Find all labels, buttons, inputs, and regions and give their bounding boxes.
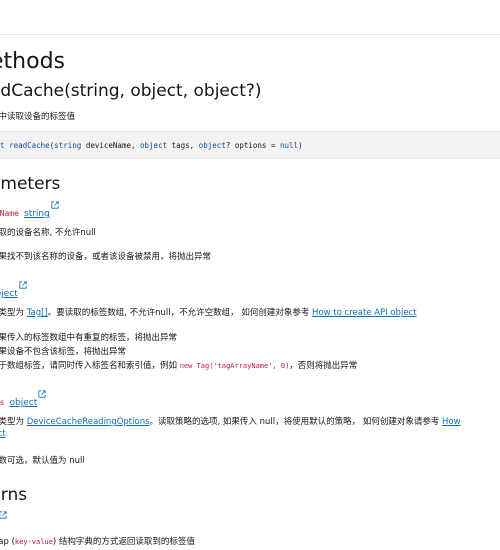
param-name: ons bbox=[0, 398, 5, 407]
param-options-row: ons object bbox=[0, 390, 46, 409]
code-token: ? options = bbox=[225, 141, 280, 150]
text-span: 。读取策略的选项, 如果传入 null，将使用默认的策略， 如何创建对象请参考 bbox=[149, 417, 443, 427]
text-span: map ( bbox=[0, 537, 15, 547]
parameters-heading: ameters bbox=[0, 174, 61, 194]
how-to-create-link[interactable]: How to create API object bbox=[312, 308, 417, 318]
methods-heading: ethods bbox=[0, 49, 65, 74]
code-token: readCache bbox=[9, 141, 50, 150]
returns-type-row: ct bbox=[0, 511, 8, 530]
code-token: ect bbox=[0, 141, 5, 150]
param-devicename-note: 如果找不到该名称的设备，或者该设备被禁用，将抛出异常 bbox=[0, 252, 212, 262]
param-options-desc: 据类型为 DeviceCacheReadingOptions。读取策略的选项, … bbox=[0, 415, 461, 427]
param-devicename-row: ceName string bbox=[0, 201, 59, 220]
code-token: object bbox=[198, 141, 226, 150]
text-span: 。要读取的标签数组, 不允许null，不允许空数组， 如何创建对象参考 bbox=[47, 308, 313, 318]
how-to-link[interactable]: How bbox=[442, 417, 461, 427]
code-token: string bbox=[54, 141, 82, 150]
returns-desc: map (key-value) 结构字典的方式返回读取到的标签值 bbox=[0, 535, 195, 547]
param-tags-note-1: 如果传入的标签数组中有重复的标签，将抛出异常 bbox=[0, 333, 178, 343]
code-token: object bbox=[140, 141, 168, 150]
how-to-link-cont[interactable]: ject bbox=[0, 429, 6, 439]
options-type-link[interactable]: DeviceCacheReadingOptions bbox=[27, 417, 150, 427]
type-link-string[interactable]: string bbox=[24, 209, 50, 219]
code-token: tags, bbox=[167, 141, 199, 150]
param-devicename-desc: 读取的设备名称, 不允许null bbox=[0, 228, 96, 238]
type-link-object[interactable]: object bbox=[10, 398, 38, 408]
param-name: ceName bbox=[0, 209, 19, 218]
param-tags-note-2: 如果设备不包含该标签，将抛出异常 bbox=[0, 347, 127, 357]
type-link-object[interactable]: object bbox=[0, 289, 18, 299]
param-options-note: 参数可选，默认值为 null bbox=[0, 456, 85, 466]
inline-code: new Tag('tagArrayName', 0) bbox=[179, 362, 290, 370]
tag-type-link[interactable]: Tag[] bbox=[27, 308, 48, 318]
method-description: 存中读取设备的标签值 bbox=[0, 112, 76, 122]
param-tags-note-3: 对于数组标签，请同时传入标签名和索引值，例如 new Tag('tagArray… bbox=[0, 359, 357, 371]
param-tags-desc: 据类型为 Tag[]。要读取的标签数组, 不允许null，不允许空数组， 如何创… bbox=[0, 306, 417, 318]
text-span: 对于数组标签，请同时传入标签名和索引值，例如 bbox=[0, 361, 180, 371]
param-tags-row: object bbox=[0, 281, 27, 300]
external-link-icon bbox=[51, 201, 59, 209]
code-token: ) bbox=[298, 141, 303, 150]
text-span: ) 结构字典的方式返回读取到的标签值 bbox=[52, 537, 195, 547]
code-token: null bbox=[280, 141, 299, 150]
top-bar bbox=[0, 0, 500, 35]
code-block: ect readCache(string deviceName, object … bbox=[0, 131, 500, 159]
external-link-icon bbox=[19, 281, 27, 289]
method-title: adCache(string, object, object?) bbox=[0, 81, 262, 101]
method-signature: ect readCache(string deviceName, object … bbox=[0, 141, 303, 150]
external-link-icon bbox=[0, 511, 8, 519]
external-link-icon bbox=[38, 390, 46, 398]
inline-code: key-value bbox=[14, 538, 53, 546]
code-token: deviceName, bbox=[81, 141, 141, 150]
param-options-desc-cont: ject bbox=[0, 429, 6, 439]
returns-heading: urns bbox=[0, 485, 28, 505]
text-span: ，否则将抛出异常 bbox=[289, 361, 358, 371]
text-span: 据类型为 bbox=[0, 417, 25, 427]
text-span: 据类型为 bbox=[0, 308, 25, 318]
